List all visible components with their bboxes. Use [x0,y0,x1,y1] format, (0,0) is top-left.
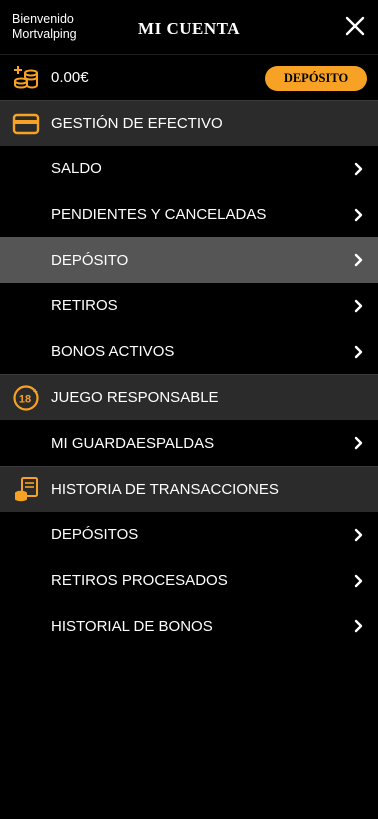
chevron-right-icon [354,345,363,358]
section-label: JUEGO RESPONSABLE [51,389,219,407]
deposit-button[interactable]: DEPÓSITO [265,66,367,91]
balance-amount: 0.00€ [51,69,89,86]
section-label: GESTIÓN DE EFECTIVO [51,115,223,132]
chevron-right-icon [354,620,363,633]
menu-item[interactable]: MI GUARDAESPALDAS [0,420,378,466]
chevron-right-icon [354,574,363,587]
menu-item[interactable]: HISTORIAL DE BONOS [0,604,378,650]
section-label: HISTORIA DE TRANSACCIONES [51,481,279,499]
chevron-right-icon [354,208,363,221]
account-menu: GESTIÓN DE EFECTIVO SALDO PENDIENTES Y CAN… [0,100,378,649]
menu-item[interactable]: BONOS ACTIVOS [0,329,378,375]
menu-item-label: BONOS ACTIVOS [51,343,175,361]
chevron-right-icon [354,528,363,542]
chevron-right-icon [354,299,363,313]
close-icon[interactable] [344,15,366,37]
section-header: HISTORIA DE TRANSACCIONES [0,466,378,513]
menu-item-label: MI GUARDAESPALDAS [51,434,215,452]
svg-text:+: + [33,387,38,396]
menu-item[interactable]: RETIROS [0,283,378,329]
section-header: 18 + JUEGO RESPONSABLE [0,374,378,421]
credit-card-icon [12,110,40,138]
account-header: Bienvenido Mortvalping MI CUENTA [0,0,378,55]
menu-item-label: PENDIENTES Y CANCELADAS [51,206,267,224]
menu-item-label: SALDO [51,160,102,178]
menu-item-label: DEPÓSITOS [51,526,139,544]
menu-item[interactable]: DEPÓSITOS [0,512,378,558]
age-18-plus-icon: 18 + [12,384,40,412]
menu-item[interactable]: RETIROS PROCESADOS [0,558,378,604]
svg-text:18: 18 [19,393,31,405]
menu-item-label: RETIROS [51,297,118,315]
menu-item[interactable]: PENDIENTES Y CANCELADAS [0,192,378,238]
transaction-history-icon [12,476,40,504]
chevron-right-icon [354,162,363,176]
menu-item-label: RETIROS PROCESADOS [51,572,228,590]
menu-item[interactable]: DEPÓSITO [0,237,378,284]
menu-item-label: DEPÓSITO [51,251,129,269]
chevron-right-icon [354,254,363,267]
menu-item[interactable]: SALDO [0,146,378,192]
page-title: MI CUENTA [138,19,240,38]
coins-plus-icon [14,66,38,89]
menu-item-label: HISTORIAL DE BONOS [51,617,213,635]
chevron-right-icon [354,437,363,450]
section-header: GESTIÓN DE EFECTIVO [0,100,378,146]
wallet-row: 0.00€ DEPÓSITO [0,55,378,100]
